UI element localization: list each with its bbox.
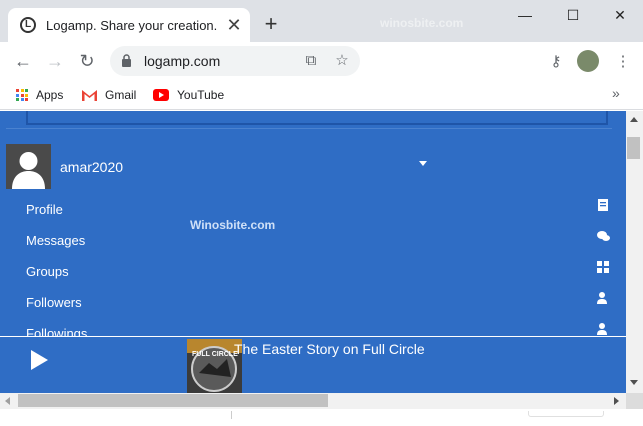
close-window-button[interactable]: ✕ [605,4,635,26]
user-avatar[interactable] [6,144,51,189]
menu-kebab-icon[interactable]: ⋮ [612,51,634,73]
chevron-down-icon[interactable] [419,161,427,166]
page-bottom-strip [0,409,643,426]
horizontal-scroll-thumb[interactable] [18,394,328,407]
scroll-down-icon[interactable] [630,380,638,385]
bookmark-label: Gmail [105,88,137,102]
reload-button[interactable]: ↻ [76,50,98,72]
vertical-scroll-thumb[interactable] [627,137,640,159]
scroll-left-icon[interactable] [5,397,10,405]
bookmarks-overflow-icon[interactable]: » [612,85,620,101]
user-follow-icon [597,292,607,304]
address-bar[interactable]: logamp.com ⧉ ☆ [110,46,360,76]
close-tab-icon[interactable]: ✕ [224,15,244,35]
logamp-favicon-icon: L [20,17,36,33]
watermark-text: Winosbite.com [190,218,276,232]
cast-device-icon[interactable]: ⧉ [300,50,322,72]
bookmark-apps[interactable]: Apps [16,86,63,104]
maximize-button[interactable]: ☐ [558,4,588,26]
track-title[interactable]: The Easter Story on Full Circle [234,341,425,357]
menu-item-profile[interactable]: Profile [26,202,63,217]
bookmark-star-icon[interactable]: ☆ [331,50,353,72]
youtube-icon [153,89,169,101]
apps-grid-icon [16,89,28,101]
user-following-icon [597,323,607,335]
page-footer-box [528,411,604,417]
menu-item-messages[interactable]: Messages [26,233,85,248]
url-text: logamp.com [144,53,221,69]
vertical-scrollbar[interactable] [626,111,643,393]
groups-icon [597,261,609,273]
play-icon[interactable] [31,350,48,370]
divider [231,411,232,419]
chat-bubbles-icon [597,231,610,241]
menu-item-groups[interactable]: Groups [26,264,69,279]
gmail-icon [82,89,97,101]
default-user-icon [12,152,45,189]
tab-title: Logamp. Share your creation. [46,18,218,33]
bookmark-gmail[interactable]: Gmail [82,86,136,104]
username[interactable]: amar2020 [60,159,123,175]
profile-book-icon [598,199,608,211]
bookmark-label: YouTube [177,88,225,102]
watermark-text: winosbite.com [380,16,464,30]
audio-player: FULL CIRCLE The Easter Story on Full Cir… [0,336,626,393]
browser-tab[interactable]: L Logamp. Share your creation. ✕ [8,8,250,42]
key-icon[interactable]: ⚷ [545,51,567,73]
horizontal-scrollbar[interactable] [0,393,643,409]
album-cover-text: FULL CIRCLE [192,351,238,358]
forward-button[interactable]: → [44,50,66,72]
scroll-right-icon[interactable] [614,397,619,405]
bookmark-label: Apps [36,88,64,102]
site-search-bar[interactable] [26,111,608,125]
menu-item-followers[interactable]: Followers [26,295,82,310]
back-button[interactable]: ← [12,50,34,72]
scroll-up-icon[interactable] [630,117,638,122]
bookmarks-bar: Apps Gmail YouTube » [0,80,643,110]
page-content: amar2020 Profile Messages Groups Followe… [0,111,626,393]
profile-avatar[interactable] [577,50,599,72]
divider [6,128,612,129]
bookmark-youtube[interactable]: YouTube [153,86,224,104]
lock-icon [122,54,131,67]
minimize-button[interactable]: — [510,4,540,26]
browser-titlebar: L Logamp. Share your creation. ✕ + winos… [0,0,643,42]
scrollbar-corner [626,393,643,409]
new-tab-button[interactable]: + [260,13,282,36]
browser-toolbar: ← → ↻ logamp.com ⧉ ☆ ⚷ ⋮ [0,42,643,80]
